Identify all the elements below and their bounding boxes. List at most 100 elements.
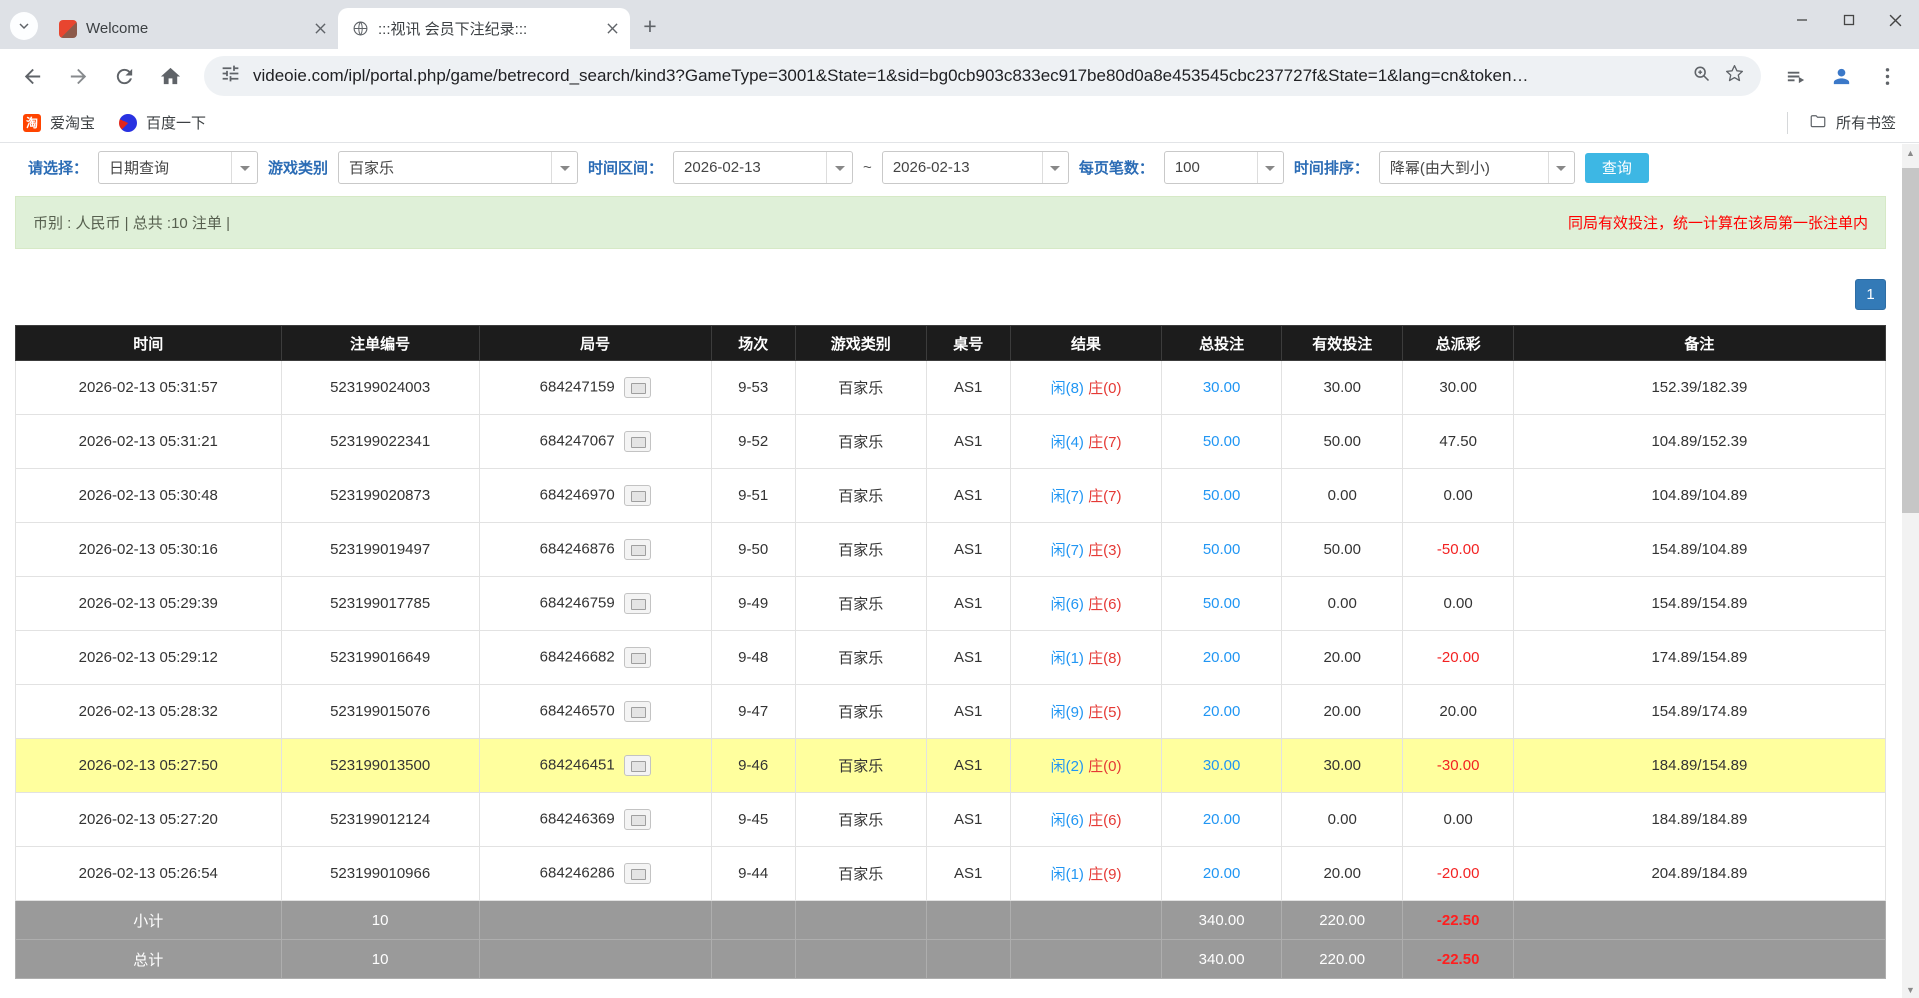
- total-bet-link[interactable]: 30.00: [1162, 739, 1282, 793]
- scrollbar-thumb[interactable]: [1902, 168, 1919, 513]
- table-number: AS1: [926, 685, 1010, 739]
- col-result: 结果: [1010, 326, 1161, 361]
- total-bet-link[interactable]: 50.00: [1162, 523, 1282, 577]
- url-text: videoie.com/ipl/portal.php/game/betrecor…: [253, 66, 1679, 86]
- page-size-select[interactable]: 100: [1164, 151, 1284, 184]
- session-number: 9-49: [711, 577, 795, 631]
- total-bet-link[interactable]: 50.00: [1162, 469, 1282, 523]
- reload-button[interactable]: [104, 56, 144, 96]
- grand-total-valid-bet: 220.00: [1281, 940, 1403, 979]
- round-cell: 684247159: [479, 361, 711, 415]
- table-row: 2026-02-13 05:26:54 523199010966 6842462…: [16, 847, 1886, 901]
- replay-icon[interactable]: [624, 593, 651, 614]
- result-cell: 闲(6) 庄(6): [1010, 577, 1161, 631]
- replay-icon[interactable]: [624, 863, 651, 884]
- total-bet-link[interactable]: 20.00: [1162, 685, 1282, 739]
- round-cell: 684246682: [479, 631, 711, 685]
- col-remark: 备注: [1513, 326, 1885, 361]
- tab-title: Welcome: [86, 20, 301, 37]
- replay-icon[interactable]: [624, 647, 651, 668]
- player-result: 闲(7): [1051, 488, 1084, 505]
- total-bet-link[interactable]: 20.00: [1162, 793, 1282, 847]
- replay-icon[interactable]: [624, 701, 651, 722]
- date-mode-select[interactable]: 日期查询: [98, 151, 258, 184]
- col-total-bet: 总投注: [1162, 326, 1282, 361]
- total-bet-link[interactable]: 50.00: [1162, 415, 1282, 469]
- menu-icon[interactable]: [1867, 56, 1907, 96]
- zoom-icon[interactable]: [1691, 63, 1712, 89]
- home-button[interactable]: [150, 56, 190, 96]
- subtotal-valid-bet: 220.00: [1281, 901, 1403, 940]
- game-type: 百家乐: [795, 847, 926, 901]
- profile-avatar[interactable]: [1821, 56, 1861, 96]
- folder-icon: [1809, 112, 1827, 134]
- address-bar[interactable]: videoie.com/ipl/portal.php/game/betrecor…: [204, 56, 1761, 96]
- replay-icon[interactable]: [624, 377, 651, 398]
- search-button[interactable]: 查询: [1585, 153, 1649, 183]
- chevron-down-icon: [1042, 152, 1068, 183]
- replay-icon[interactable]: [624, 809, 651, 830]
- session-number: 9-44: [711, 847, 795, 901]
- remark: 184.89/154.89: [1513, 739, 1885, 793]
- total-bet-link[interactable]: 20.00: [1162, 847, 1282, 901]
- table-number: AS1: [926, 793, 1010, 847]
- banker-result: 庄(7): [1088, 434, 1121, 451]
- tab-betrecord[interactable]: :::视讯 会员下注纪录:::: [338, 8, 630, 49]
- chevron-down-icon: [16, 18, 32, 34]
- scroll-down-icon[interactable]: ▼: [1902, 981, 1919, 998]
- bookmark-star-icon[interactable]: [1724, 63, 1745, 89]
- subtotal-count: 10: [281, 901, 479, 940]
- valid-bet: 20.00: [1281, 847, 1403, 901]
- date-from-select[interactable]: 2026-02-13: [673, 151, 853, 184]
- forward-button[interactable]: [58, 56, 98, 96]
- all-bookmarks-button[interactable]: 所有书签: [1800, 107, 1905, 139]
- game-type: 百家乐: [795, 685, 926, 739]
- payout: 30.00: [1403, 361, 1513, 415]
- bet-number: 523199019497: [281, 523, 479, 577]
- tab-close-icon[interactable]: [602, 19, 622, 39]
- total-bet-link[interactable]: 20.00: [1162, 631, 1282, 685]
- replay-icon[interactable]: [624, 485, 651, 506]
- col-table-no: 桌号: [926, 326, 1010, 361]
- page-content: 请选择： 日期查询 游戏类别 百家乐 时间区间： 2026-02-13 ~ 20…: [0, 143, 1919, 998]
- replay-icon[interactable]: [624, 431, 651, 452]
- time-sort-label: 时间排序：: [1294, 157, 1369, 178]
- media-controls-icon[interactable]: [1775, 56, 1815, 96]
- result-cell: 闲(2) 庄(0): [1010, 739, 1161, 793]
- minimize-button[interactable]: [1778, 0, 1825, 40]
- player-result: 闲(4): [1051, 434, 1084, 451]
- bookmark-baidu[interactable]: 百度一下: [110, 107, 215, 138]
- tab-title: :::视讯 会员下注纪录:::: [378, 18, 593, 39]
- new-tab-button[interactable]: +: [634, 10, 666, 42]
- time-sort-select[interactable]: 降幂(由大到小): [1379, 151, 1575, 184]
- banker-result: 庄(8): [1088, 650, 1121, 667]
- tab-search-button[interactable]: [10, 12, 38, 40]
- total-bet-link[interactable]: 30.00: [1162, 361, 1282, 415]
- date-to-select[interactable]: 2026-02-13: [882, 151, 1069, 184]
- maximize-button[interactable]: [1825, 0, 1872, 40]
- scroll-up-icon[interactable]: ▲: [1902, 144, 1919, 161]
- bookmark-label: 爱淘宝: [50, 112, 95, 133]
- game-type: 百家乐: [795, 415, 926, 469]
- globe-favicon-icon: [351, 20, 369, 38]
- payout: -50.00: [1403, 523, 1513, 577]
- site-info-icon[interactable]: [220, 63, 241, 89]
- valid-bet: 0.00: [1281, 577, 1403, 631]
- table-row: 2026-02-13 05:27:50 523199013500 6842464…: [16, 739, 1886, 793]
- player-result: 闲(1): [1051, 650, 1084, 667]
- vertical-scrollbar[interactable]: ▲ ▼: [1902, 144, 1919, 998]
- replay-icon[interactable]: [624, 539, 651, 560]
- bookmark-aitaobao[interactable]: 淘 爱淘宝: [14, 107, 104, 138]
- tab-close-icon[interactable]: [310, 19, 330, 39]
- close-button[interactable]: [1872, 0, 1919, 40]
- round-number: 684246970: [540, 486, 615, 503]
- table-number: AS1: [926, 469, 1010, 523]
- page-1-button[interactable]: 1: [1855, 279, 1886, 310]
- tab-welcome[interactable]: Welcome: [46, 8, 338, 49]
- bet-number: 523199013500: [281, 739, 479, 793]
- table-number: AS1: [926, 631, 1010, 685]
- game-type-select[interactable]: 百家乐: [338, 151, 578, 184]
- back-button[interactable]: [12, 56, 52, 96]
- total-bet-link[interactable]: 50.00: [1162, 577, 1282, 631]
- replay-icon[interactable]: [624, 755, 651, 776]
